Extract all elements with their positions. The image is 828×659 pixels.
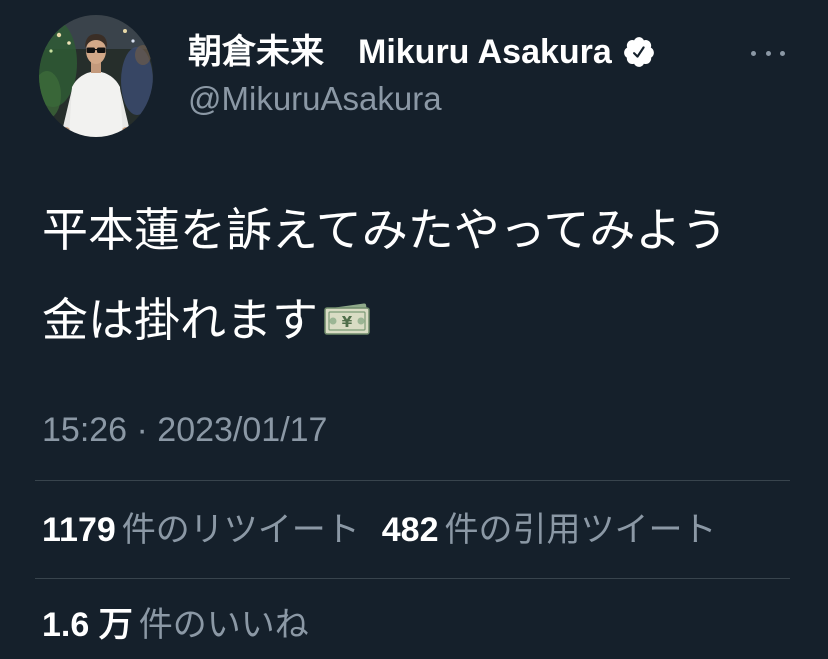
retweets-count: 1179 xyxy=(42,511,116,549)
likes-label: 件のいいね xyxy=(138,606,309,644)
more-dot xyxy=(765,50,771,56)
tweet-text-line-2: 金は掛れます ¥ xyxy=(42,292,374,348)
quote-tweets-label: 件の引用ツイート xyxy=(444,511,717,549)
profile-photo-icon xyxy=(39,15,153,137)
quote-tweets-stat[interactable]: 482 件の引用ツイート xyxy=(382,508,717,552)
more-options-icon[interactable] xyxy=(748,40,788,66)
engagement-stats: 1179 件のリツイート 482 件の引用ツイート xyxy=(42,508,717,552)
svg-text:¥: ¥ xyxy=(342,313,353,331)
user-handle[interactable]: @MikuruAsakura xyxy=(188,78,442,120)
more-dot xyxy=(751,50,756,56)
more-dot xyxy=(780,50,785,56)
avatar[interactable] xyxy=(39,15,153,137)
tweet-text-line-1: 平本蓮を訴えてみたやってみよう xyxy=(42,202,727,258)
retweets-stat[interactable]: 1179 件のリツイート xyxy=(42,508,360,552)
user-name-row[interactable]: 朝倉未来 Mikuru Asakura xyxy=(188,28,656,76)
quote-tweets-count: 482 xyxy=(381,511,439,549)
likes-stats: 1.6 万 件のいいね xyxy=(42,603,309,647)
tweet-text: 平本蓮を訴えてみたやってみよう xyxy=(42,204,728,256)
yen-banknote-icon: ¥ xyxy=(320,298,374,342)
tweet-timestamp[interactable]: 15:26 · 2023/01/17 xyxy=(42,408,327,452)
likes-count: 1.6 万 xyxy=(42,606,133,644)
retweets-label: 件のリツイート xyxy=(121,511,360,549)
likes-stat[interactable]: 1.6 万 件のいいね xyxy=(42,603,309,647)
verified-badge-icon xyxy=(622,35,656,69)
divider xyxy=(35,578,790,579)
tweet-text: 金は掛れます xyxy=(42,294,318,346)
tweet-detail: 朝倉未来 Mikuru Asakura @MikuruAsakura 平本蓮を訴… xyxy=(0,0,828,659)
divider xyxy=(35,480,790,481)
display-name[interactable]: 朝倉未来 Mikuru Asakura xyxy=(188,28,612,76)
